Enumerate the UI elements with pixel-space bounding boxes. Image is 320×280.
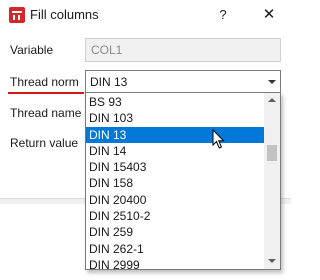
list-item[interactable]: DIN 2999: [86, 257, 264, 269]
list-item[interactable]: DIN 158: [86, 175, 264, 191]
variable-label: Variable: [10, 43, 54, 57]
app-logo-icon: [9, 7, 25, 23]
title-bar: Fill columns ? ✕: [0, 0, 291, 30]
thread-norm-highlight-underline: [8, 92, 84, 94]
list-item[interactable]: DIN 103: [86, 110, 264, 126]
list-item[interactable]: DIN 20400: [86, 192, 264, 208]
list-item[interactable]: DIN 259: [86, 224, 264, 240]
dropdown-items: BS 93 DIN 103 DIN 13 DIN 14 DIN 15403 DI…: [86, 94, 264, 269]
scroll-down-arrow-icon[interactable]: [264, 254, 280, 269]
help-button[interactable]: ?: [210, 3, 236, 27]
return-value-label: Return value: [10, 136, 79, 150]
variable-field: COL1: [85, 38, 281, 62]
mouse-pointer-icon: [212, 129, 225, 149]
scrollbar-thumb[interactable]: [267, 145, 277, 161]
close-button[interactable]: ✕: [256, 3, 282, 27]
window-title: Fill columns: [30, 7, 99, 22]
list-item[interactable]: BS 93: [86, 94, 264, 110]
thread-name-label: Thread name: [10, 106, 82, 120]
thread-norm-dropdown-list[interactable]: BS 93 DIN 103 DIN 13 DIN 14 DIN 15403 DI…: [85, 92, 281, 270]
thread-norm-selected-value: DIN 13: [90, 75, 128, 89]
scroll-up-arrow-icon[interactable]: [264, 93, 280, 108]
list-item[interactable]: DIN 2510-2: [86, 208, 264, 224]
thread-norm-label: Thread norm: [10, 75, 79, 89]
chevron-down-icon[interactable]: [263, 71, 280, 92]
thread-norm-combobox[interactable]: DIN 13: [85, 70, 281, 93]
list-item[interactable]: DIN 262-1: [86, 241, 264, 257]
list-item[interactable]: DIN 15403: [86, 159, 264, 175]
dropdown-scrollbar[interactable]: [264, 93, 280, 269]
list-item-selected[interactable]: DIN 13: [86, 126, 264, 143]
list-item[interactable]: DIN 14: [86, 143, 264, 159]
